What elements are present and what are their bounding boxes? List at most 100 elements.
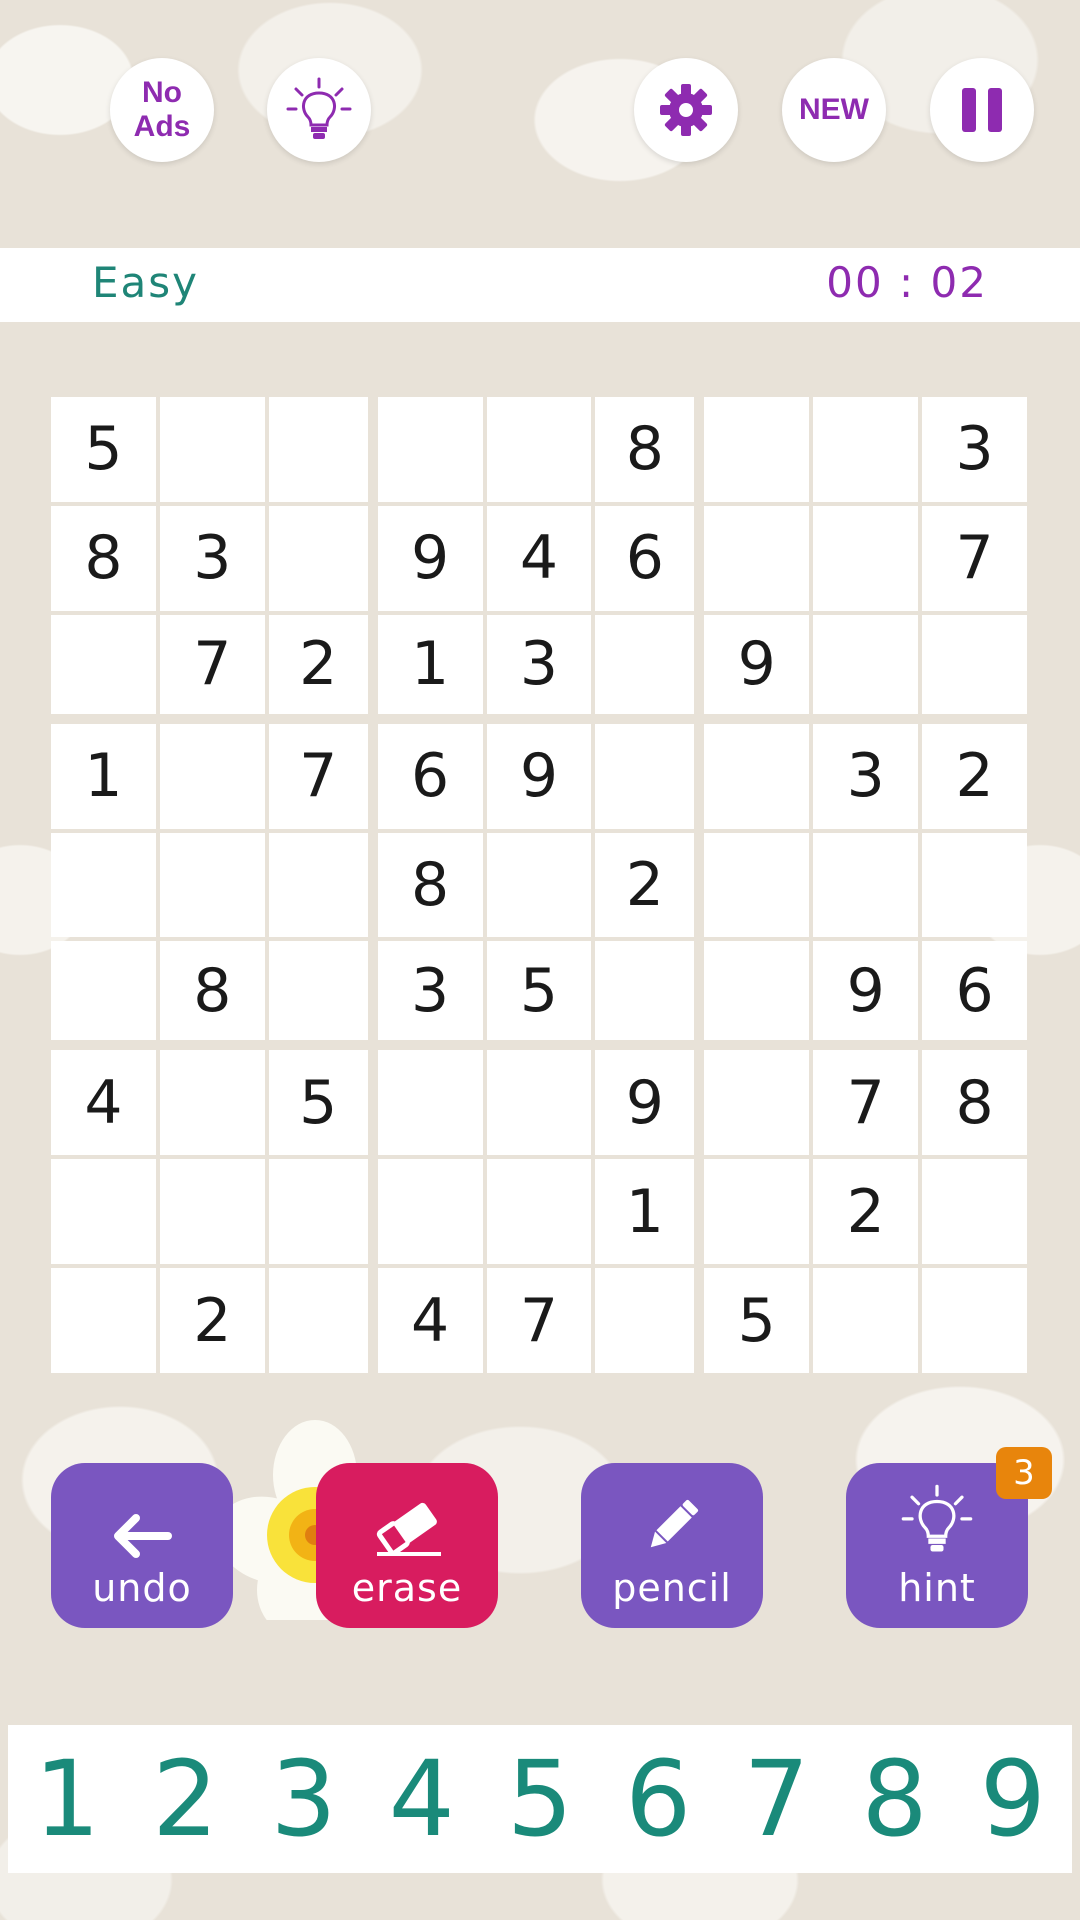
sudoku-cell[interactable] [922, 1268, 1027, 1373]
sudoku-cell[interactable] [704, 397, 810, 502]
sudoku-cell[interactable] [704, 723, 810, 829]
sudoku-cell[interactable]: 4 [51, 1050, 156, 1156]
sudoku-cell[interactable]: 6 [922, 941, 1027, 1041]
number-key[interactable]: 4 [367, 1738, 477, 1860]
sudoku-cell[interactable] [595, 941, 695, 1041]
sudoku-cell[interactable]: 5 [486, 941, 592, 1041]
number-key[interactable]: 7 [721, 1738, 831, 1860]
no-ads-button[interactable]: No Ads [110, 58, 214, 162]
sudoku-cell[interactable]: 4 [377, 1268, 483, 1373]
erase-button[interactable]: erase [316, 1463, 498, 1628]
sudoku-cell[interactable] [813, 614, 919, 714]
number-key[interactable]: 8 [840, 1738, 950, 1860]
new-game-button[interactable]: NEW [782, 58, 886, 162]
sudoku-cell[interactable] [51, 1268, 156, 1373]
sudoku-cell[interactable] [813, 505, 919, 611]
sudoku-cell[interactable]: 3 [486, 614, 592, 714]
sudoku-cell[interactable]: 3 [813, 723, 919, 829]
sudoku-cell[interactable]: 2 [159, 1268, 265, 1373]
sudoku-cell[interactable]: 5 [704, 1268, 810, 1373]
sudoku-cell[interactable] [268, 1268, 368, 1373]
sudoku-cell[interactable] [268, 505, 368, 611]
sudoku-cell[interactable]: 1 [377, 614, 483, 714]
sudoku-cell[interactable] [268, 1159, 368, 1265]
sudoku-cell[interactable]: 8 [159, 941, 265, 1041]
sudoku-cell[interactable] [922, 614, 1027, 714]
number-key[interactable]: 6 [603, 1738, 713, 1860]
sudoku-cell[interactable] [268, 832, 368, 938]
settings-button[interactable] [634, 58, 738, 162]
sudoku-cell[interactable] [486, 832, 592, 938]
sudoku-cell[interactable]: 3 [922, 397, 1027, 502]
sudoku-cell[interactable] [159, 723, 265, 829]
sudoku-cell[interactable] [377, 397, 483, 502]
sudoku-cell[interactable]: 7 [486, 1268, 592, 1373]
sudoku-cell[interactable] [486, 1050, 592, 1156]
sudoku-cell[interactable]: 9 [813, 941, 919, 1041]
sudoku-cell[interactable]: 6 [595, 505, 695, 611]
sudoku-cell[interactable]: 8 [595, 397, 695, 502]
number-key[interactable]: 9 [958, 1738, 1068, 1860]
sudoku-cell[interactable] [51, 941, 156, 1041]
sudoku-cell[interactable]: 2 [268, 614, 368, 714]
sudoku-cell[interactable] [704, 941, 810, 1041]
sudoku-cell[interactable] [268, 397, 368, 502]
sudoku-cell[interactable]: 3 [159, 505, 265, 611]
sudoku-cell[interactable]: 2 [922, 723, 1027, 829]
sudoku-cell[interactable] [268, 941, 368, 1041]
sudoku-cell[interactable] [595, 1268, 695, 1373]
sudoku-cell[interactable]: 4 [486, 505, 592, 611]
sudoku-cell[interactable]: 6 [377, 723, 483, 829]
sudoku-cell[interactable]: 8 [51, 505, 156, 611]
sudoku-cell[interactable]: 7 [159, 614, 265, 714]
sudoku-cell[interactable]: 9 [595, 1050, 695, 1156]
sudoku-cell[interactable]: 5 [51, 397, 156, 502]
sudoku-cell[interactable] [595, 723, 695, 829]
sudoku-cell[interactable]: 9 [704, 614, 810, 714]
sudoku-cell[interactable]: 2 [595, 832, 695, 938]
sudoku-cell[interactable] [159, 397, 265, 502]
sudoku-cell[interactable]: 7 [268, 723, 368, 829]
sudoku-cell[interactable] [813, 1268, 919, 1373]
sudoku-cell[interactable]: 7 [813, 1050, 919, 1156]
number-key[interactable]: 1 [12, 1738, 122, 1860]
sudoku-cell[interactable] [813, 832, 919, 938]
idea-button[interactable] [267, 58, 371, 162]
number-key[interactable]: 3 [249, 1738, 359, 1860]
sudoku-cell[interactable] [595, 614, 695, 714]
lightbulb-icon [901, 1484, 973, 1552]
sudoku-cell[interactable] [486, 1159, 592, 1265]
new-game-label: NEW [799, 93, 869, 126]
sudoku-cell[interactable] [704, 505, 810, 611]
sudoku-cell[interactable]: 1 [51, 723, 156, 829]
sudoku-cell[interactable] [51, 832, 156, 938]
number-key[interactable]: 5 [485, 1738, 595, 1860]
sudoku-cell[interactable] [377, 1159, 483, 1265]
sudoku-cell[interactable]: 2 [813, 1159, 919, 1265]
sudoku-cell[interactable]: 9 [377, 505, 483, 611]
sudoku-cell[interactable] [486, 397, 592, 502]
number-key[interactable]: 2 [130, 1738, 240, 1860]
sudoku-cell[interactable] [159, 1050, 265, 1156]
sudoku-cell[interactable] [159, 1159, 265, 1265]
sudoku-cell[interactable] [813, 397, 919, 502]
sudoku-cell[interactable]: 3 [377, 941, 483, 1041]
sudoku-cell[interactable]: 9 [486, 723, 592, 829]
sudoku-cell[interactable] [922, 1159, 1027, 1265]
undo-button[interactable]: undo [51, 1463, 233, 1628]
sudoku-cell[interactable]: 5 [268, 1050, 368, 1156]
sudoku-cell[interactable]: 8 [377, 832, 483, 938]
sudoku-cell[interactable] [51, 614, 156, 714]
pause-button[interactable] [930, 58, 1034, 162]
sudoku-cell[interactable]: 1 [595, 1159, 695, 1265]
sudoku-cell[interactable] [51, 1159, 156, 1265]
sudoku-cell[interactable] [704, 832, 810, 938]
sudoku-cell[interactable] [922, 832, 1027, 938]
sudoku-cell[interactable]: 8 [922, 1050, 1027, 1156]
pencil-button[interactable]: pencil [581, 1463, 763, 1628]
sudoku-cell[interactable] [377, 1050, 483, 1156]
sudoku-cell[interactable] [704, 1159, 810, 1265]
sudoku-cell[interactable]: 7 [922, 505, 1027, 611]
sudoku-cell[interactable] [704, 1050, 810, 1156]
sudoku-cell[interactable] [159, 832, 265, 938]
